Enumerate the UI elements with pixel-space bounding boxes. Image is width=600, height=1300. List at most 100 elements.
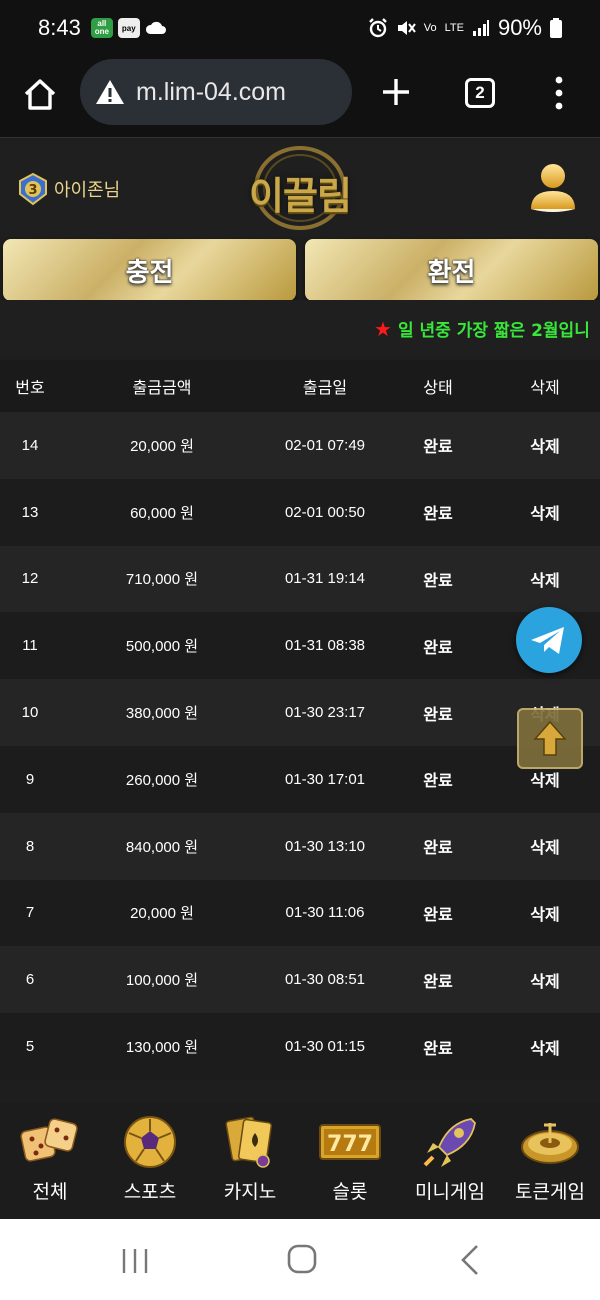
row-date: 01-30 23:17: [284, 704, 366, 722]
nav-item-sports[interactable]: 스포츠: [100, 1103, 200, 1219]
table-row: 7 20,000 원 01-30 11:06 완료 삭제: [0, 879, 600, 947]
signal-icon: [472, 20, 489, 36]
address-bar[interactable]: m.lim-04.com: [80, 59, 352, 125]
row-amount: 60,000 원: [130, 504, 194, 522]
table-row: 5 130,000 원 01-30 01:15 완료 삭제: [0, 1013, 600, 1080]
delete-button[interactable]: 삭제: [490, 834, 600, 858]
row-date: 01-30 08:51: [284, 971, 366, 989]
header-status: 상태: [423, 378, 453, 397]
more-menu-icon[interactable]: [552, 76, 566, 110]
warning-icon[interactable]: [94, 78, 126, 106]
battery-icon: [550, 18, 562, 38]
pay-app-icon: pay: [117, 18, 140, 38]
site-logo[interactable]: 이끌림: [240, 145, 360, 231]
new-tab-icon[interactable]: [378, 74, 414, 110]
level-badge-icon: 3: [19, 172, 47, 206]
scroll-to-top-button[interactable]: [517, 708, 583, 769]
row-amount: 500,000 원: [125, 638, 199, 656]
status-right: Vo LTE 90%: [368, 0, 562, 56]
delete-button[interactable]: 삭제: [490, 433, 600, 457]
header-delete: 삭제: [530, 378, 560, 397]
nav-item-all[interactable]: 전체: [0, 1103, 100, 1219]
row-number: 7: [25, 904, 35, 922]
delete-button[interactable]: 삭제: [490, 567, 600, 591]
nav-item-token-game[interactable]: 토큰게임: [500, 1103, 600, 1219]
tab-switcher-button[interactable]: 2: [465, 78, 495, 108]
header-date: 출금일: [302, 378, 348, 397]
nav-label: 슬롯: [332, 1181, 368, 1203]
row-number: 8: [25, 837, 35, 855]
user-badge[interactable]: 3 아이존님: [16, 172, 120, 206]
row-date: 01-30 17:01: [284, 770, 366, 788]
lte-label: LTE: [444, 22, 464, 34]
telegram-button[interactable]: [516, 607, 582, 673]
row-date: 01-31 08:38: [284, 637, 366, 655]
battery-percent: 90%: [497, 15, 542, 40]
rocket-icon: [423, 1118, 476, 1167]
row-number: 9: [25, 770, 35, 788]
row-date: 01-30 13:10: [284, 837, 366, 855]
home-button-icon[interactable]: [287, 1244, 317, 1274]
row-amount: 710,000 원: [125, 571, 199, 589]
row-status: 완료: [423, 570, 453, 590]
row-amount: 380,000 원: [125, 705, 199, 723]
delete-button[interactable]: 삭제: [490, 1035, 600, 1059]
back-icon[interactable]: [458, 1243, 482, 1277]
url-text: m.lim-04.com: [136, 77, 287, 106]
cards-icon: [225, 1116, 273, 1168]
nav-item-minigame[interactable]: 미니게임: [400, 1103, 500, 1219]
table-row: 13 60,000 원 02-01 00:50 완료 삭제: [0, 478, 600, 546]
level-number: 3: [28, 183, 37, 198]
home-icon[interactable]: [20, 74, 60, 114]
profile-icon[interactable]: [528, 161, 578, 213]
nav-label: 카지노: [223, 1181, 277, 1203]
row-number: 14: [21, 436, 39, 454]
row-number: 11: [22, 637, 38, 655]
table-row: 10 380,000 원 01-30 23:17 완료 삭제: [0, 679, 600, 746]
row-status: 완료: [423, 1038, 453, 1058]
row-date: 02-01 00:50: [284, 503, 366, 521]
nav-label: 전체: [32, 1181, 68, 1203]
header-number: 번호: [15, 378, 45, 397]
nav-item-casino[interactable]: 카지노: [200, 1103, 300, 1219]
row-date: 01-30 11:06: [285, 904, 365, 922]
site-header: 3 아이존님 이끌림: [0, 139, 600, 237]
row-amount: 130,000 원: [125, 1039, 199, 1057]
row-number: 12: [21, 570, 39, 588]
exchange-button[interactable]: 환전: [305, 239, 598, 301]
row-date: 01-31 19:14: [284, 570, 366, 588]
slot-777-icon: 777: [319, 1124, 381, 1160]
exchange-label: 환전: [427, 257, 476, 288]
roulette-icon: [521, 1123, 579, 1164]
withdrawal-table: 번호 출금금액 출금일 상태 삭제 14 20,000 원 02-01 07:4…: [0, 360, 600, 1080]
nav-label: 스포츠: [123, 1181, 177, 1203]
soccer-ball-icon: [124, 1116, 176, 1168]
recent-apps-icon[interactable]: [120, 1247, 150, 1275]
row-status: 완료: [423, 637, 453, 657]
table-header: 번호 출금금액 출금일 상태 삭제: [0, 360, 600, 412]
user-name: 아이존님: [54, 180, 121, 201]
logo-text: 이끌림: [249, 174, 352, 218]
row-date: 02-01 07:49: [284, 436, 366, 454]
charge-button[interactable]: 충전: [3, 239, 296, 301]
delete-button[interactable]: 삭제: [490, 901, 600, 925]
row-number: 10: [21, 704, 39, 722]
arrow-up-icon: [533, 720, 567, 756]
row-status: 완료: [423, 838, 453, 858]
game-category-nav: 전체 스포츠 카지노 777 슬롯 미니게임 토큰게임: [0, 1103, 600, 1219]
star-icon: ★: [374, 316, 392, 341]
delete-button[interactable]: 삭제: [490, 968, 600, 992]
mute-icon: [397, 21, 416, 35]
row-amount: 20,000 원: [130, 905, 194, 923]
alarm-icon: [368, 18, 387, 38]
android-navigation-bar: [0, 1219, 600, 1300]
delete-button[interactable]: 삭제: [490, 500, 600, 524]
nav-label: 미니게임: [415, 1181, 485, 1203]
notice-ticker: ★ 일 년중 가장 짧은 2월입니: [0, 300, 600, 356]
nav-item-slot[interactable]: 777 슬롯: [300, 1103, 400, 1219]
row-amount: 840,000 원: [125, 838, 199, 856]
row-amount: 20,000 원: [130, 437, 194, 455]
telegram-icon: [531, 627, 564, 654]
row-amount: 100,000 원: [125, 972, 199, 990]
nav-label: 토큰게임: [515, 1181, 585, 1203]
